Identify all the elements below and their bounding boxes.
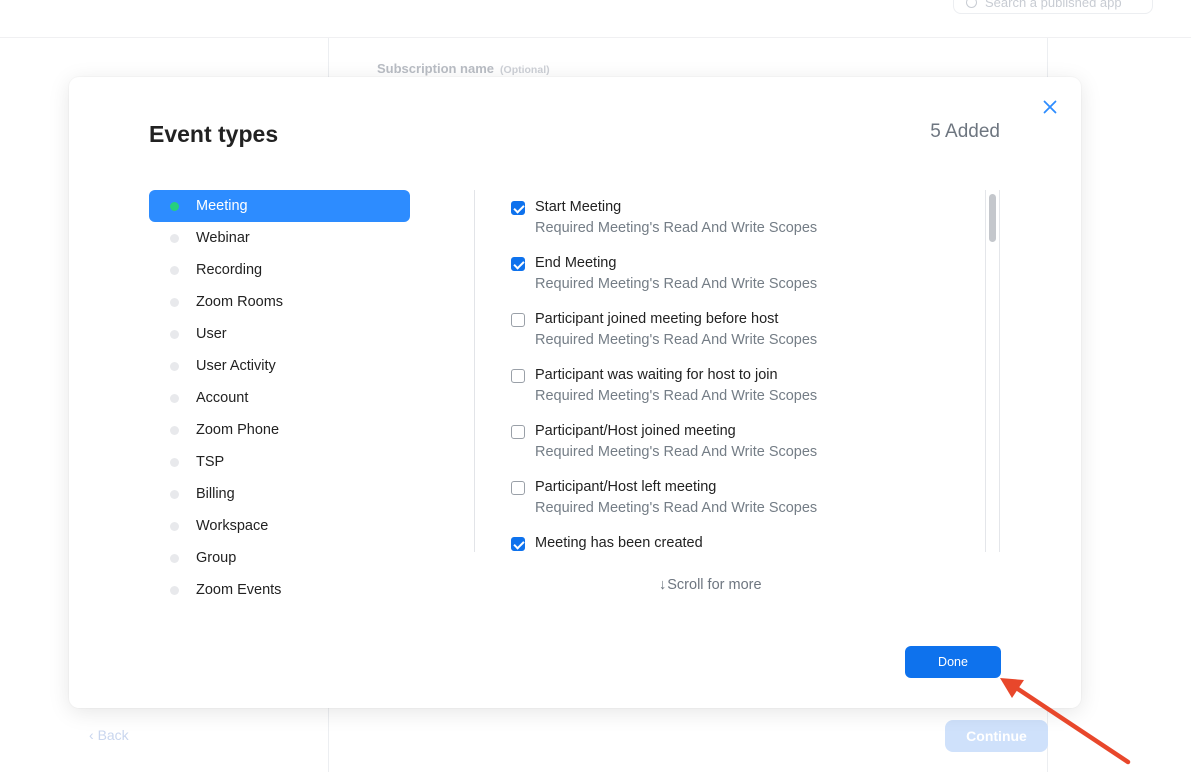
category-item-account[interactable]: Account <box>149 382 410 414</box>
category-item-zoom-phone[interactable]: Zoom Phone <box>149 414 410 446</box>
event-checkbox[interactable] <box>511 369 525 383</box>
event-checkbox[interactable] <box>511 537 525 551</box>
event-description: Required Meeting's Read And Write Scopes <box>535 444 818 460</box>
event-item: Participant was waiting for host to join… <box>509 358 985 414</box>
back-label: Back <box>97 727 129 743</box>
category-label: Meeting <box>196 198 248 214</box>
event-list: Start Meeting Required Meeting's Read And… <box>509 190 985 552</box>
category-label: Zoom Events <box>196 582 282 598</box>
category-item-webinar[interactable]: Webinar <box>149 222 410 254</box>
event-name: Participant was waiting for host to join <box>535 367 778 383</box>
category-item-zoom-rooms[interactable]: Zoom Rooms <box>149 286 410 318</box>
event-item: Meeting has been created <box>509 526 985 552</box>
search-input[interactable]: Search a published app <box>953 0 1153 14</box>
scroll-hint-label: Scroll for more <box>667 577 762 593</box>
category-item-recording[interactable]: Recording <box>149 254 410 286</box>
event-checkbox[interactable] <box>511 313 525 327</box>
status-dot-icon <box>170 298 179 307</box>
arrow-down-icon: ↓ <box>659 577 667 593</box>
top-bar: Search a published app <box>0 0 1191 38</box>
status-dot-icon <box>170 362 179 371</box>
event-checkbox[interactable] <box>511 481 525 495</box>
optional-tag: (Optional) <box>500 64 550 76</box>
event-item: Participant/Host left meeting Required Me… <box>509 470 985 526</box>
category-label: Zoom Phone <box>196 422 280 438</box>
status-dot-icon <box>170 458 179 467</box>
status-dot-icon <box>170 586 179 595</box>
category-label: User <box>196 326 227 342</box>
status-dot-icon <box>170 330 179 339</box>
category-label: Zoom Rooms <box>196 294 284 310</box>
status-dot-icon <box>170 266 179 275</box>
category-item-group[interactable]: Group <box>149 542 410 574</box>
category-item-workspace[interactable]: Workspace <box>149 510 410 542</box>
scroll-hint: ↓Scroll for more <box>659 577 762 593</box>
event-checkbox[interactable] <box>511 201 525 215</box>
event-checkbox[interactable] <box>511 425 525 439</box>
event-item: Start Meeting Required Meeting's Read And… <box>509 190 985 246</box>
status-dot-icon <box>170 490 179 499</box>
scrollbar-thumb[interactable] <box>989 194 996 242</box>
event-types-modal: Event types 5 Added Meeting Webinar Record… <box>69 77 1081 708</box>
event-checkbox[interactable] <box>511 257 525 271</box>
event-name: Participant/Host left meeting <box>535 479 717 495</box>
event-name: Participant/Host joined meeting <box>535 423 736 439</box>
close-button[interactable] <box>1040 97 1060 117</box>
event-description: Required Meeting's Read And Write Scopes <box>535 500 818 516</box>
status-dot-icon <box>170 554 179 563</box>
search-placeholder: Search a published app <box>985 0 1122 10</box>
status-dot-icon <box>170 522 179 531</box>
category-item-meeting[interactable]: Meeting <box>149 190 410 222</box>
event-name: Participant joined meeting before host <box>535 311 779 327</box>
category-label: Billing <box>196 486 235 502</box>
category-label: Webinar <box>196 230 250 246</box>
status-dot-icon <box>170 426 179 435</box>
subscription-label-text: Subscription name <box>377 61 495 76</box>
event-name: Meeting has been created <box>535 535 703 551</box>
divider <box>474 190 475 552</box>
event-item: End Meeting Required Meeting's Read And W… <box>509 246 985 302</box>
scrollbar[interactable] <box>985 190 1000 552</box>
category-label: Account <box>196 390 249 406</box>
category-item-billing[interactable]: Billing <box>149 478 410 510</box>
category-item-zoom-events[interactable]: Zoom Events <box>149 574 410 606</box>
back-button[interactable]: ‹ Back <box>89 727 129 743</box>
chevron-left-icon: ‹ <box>89 727 94 743</box>
event-item: Participant/Host joined meeting Required … <box>509 414 985 470</box>
category-label: Workspace <box>196 518 269 534</box>
category-label: User Activity <box>196 358 276 374</box>
modal-title: Event types <box>149 121 279 147</box>
done-button[interactable]: Done <box>905 646 1001 678</box>
category-item-user[interactable]: User <box>149 318 410 350</box>
category-label: Group <box>196 550 237 566</box>
category-label: TSP <box>196 454 225 470</box>
category-item-user-activity[interactable]: User Activity <box>149 350 410 382</box>
search-icon <box>966 0 977 8</box>
category-list: Meeting Webinar Recording Zoom Rooms User Use… <box>149 190 410 606</box>
status-dot-icon <box>170 394 179 403</box>
status-dot-icon <box>170 234 179 243</box>
close-icon <box>1043 100 1057 114</box>
annotation-arrow-icon <box>1000 678 1131 765</box>
status-dot-icon <box>170 202 179 211</box>
event-description: Required Meeting's Read And Write Scopes <box>535 220 818 236</box>
event-name: End Meeting <box>535 255 617 271</box>
event-name: Start Meeting <box>535 199 622 215</box>
event-description: Required Meeting's Read And Write Scopes <box>535 276 818 292</box>
event-description: Required Meeting's Read And Write Scopes <box>535 332 818 348</box>
category-item-tsp[interactable]: TSP <box>149 446 410 478</box>
subscription-name-label: Subscription name (Optional) <box>377 61 550 76</box>
event-description: Required Meeting's Read And Write Scopes <box>535 388 818 404</box>
category-label: Recording <box>196 262 263 278</box>
added-count: 5 Added <box>930 121 1000 142</box>
event-item: Participant joined meeting before host Re… <box>509 302 985 358</box>
